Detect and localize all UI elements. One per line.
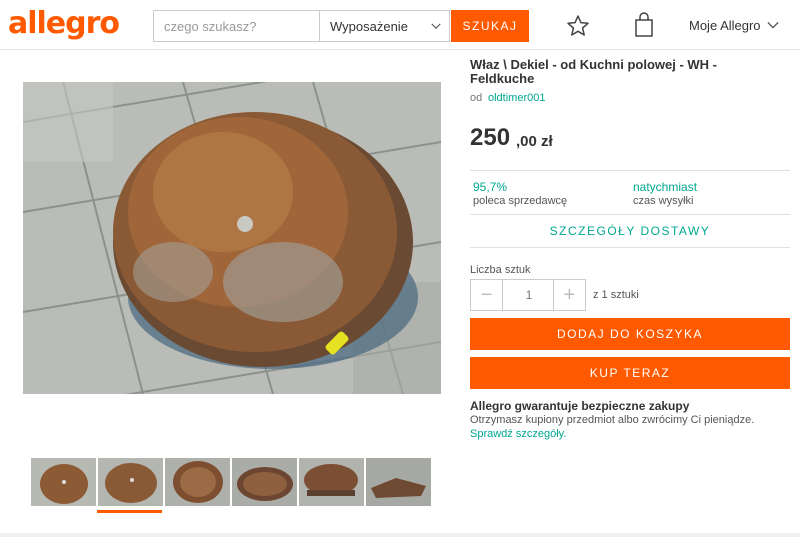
quantity-available: z 1 sztuki bbox=[593, 289, 639, 301]
star-icon[interactable] bbox=[566, 14, 590, 38]
quantity-label: Liczba sztuk bbox=[470, 264, 531, 276]
category-select-label: Wyposażenie bbox=[330, 19, 408, 34]
top-bar: allegro Wyposażenie SZUKAJ Moje Allegro bbox=[0, 0, 800, 50]
account-chevron-down-icon[interactable] bbox=[767, 20, 779, 30]
search-button[interactable]: SZUKAJ bbox=[451, 10, 529, 42]
product-card: Właz \ Dekiel - od Kuchni polowej - WH -… bbox=[0, 50, 800, 533]
allegro-logo[interactable]: allegro bbox=[8, 6, 120, 41]
main-product-photo[interactable] bbox=[23, 82, 441, 394]
account-menu[interactable]: Moje Allegro bbox=[689, 18, 761, 33]
thumbnail-5[interactable] bbox=[299, 458, 364, 506]
buy-now-button[interactable]: KUP TERAZ bbox=[470, 357, 790, 389]
shopping-bag-icon[interactable] bbox=[633, 12, 655, 38]
search-input[interactable] bbox=[153, 10, 319, 42]
thumbnail-active-indicator bbox=[97, 510, 162, 513]
add-to-cart-button[interactable]: DODAJ DO KOSZYKA bbox=[470, 318, 790, 350]
guarantee-title: Allegro gwarantuje bezpieczne zakupy bbox=[470, 399, 690, 413]
quantity-input[interactable] bbox=[504, 280, 554, 310]
thumbnail-2[interactable] bbox=[98, 458, 163, 506]
price-decimal: ,00 zł bbox=[516, 133, 553, 150]
shipping-time-label: czas wysyłki bbox=[633, 195, 694, 207]
quantity-minus-button[interactable]: − bbox=[471, 280, 503, 310]
chevron-down-icon bbox=[431, 23, 441, 29]
guarantee-text: Otrzymasz kupiony przedmiot albo zwrócim… bbox=[470, 414, 755, 426]
thumbnail-4[interactable] bbox=[232, 458, 297, 506]
quantity-plus-button[interactable]: + bbox=[553, 280, 585, 310]
seller-link[interactable]: oldtimer001 bbox=[488, 92, 545, 104]
category-select[interactable]: Wyposażenie bbox=[319, 10, 450, 42]
product-title: Właz \ Dekiel - od Kuchni polowej - WH -… bbox=[470, 57, 717, 86]
divider bbox=[470, 247, 790, 248]
quantity-stepper: − + bbox=[470, 279, 586, 311]
price-integer: 250 bbox=[470, 124, 511, 151]
divider bbox=[470, 214, 790, 215]
thumbnail-1[interactable] bbox=[31, 458, 96, 506]
thumbnail-6[interactable] bbox=[366, 458, 431, 506]
thumbnail-3[interactable] bbox=[165, 458, 230, 506]
recommend-percentage: 95,7% bbox=[473, 180, 508, 194]
recommend-label: poleca sprzedawcę bbox=[473, 195, 568, 207]
guarantee-details-link[interactable]: Sprawdź szczegóły. bbox=[470, 428, 566, 440]
delivery-details-link[interactable]: SZCZEGÓŁY DOSTAWY bbox=[470, 224, 790, 238]
shipping-time-value: natychmiast bbox=[633, 180, 698, 194]
seller-prefix: od bbox=[470, 92, 483, 104]
rusty-lid-photo-image bbox=[23, 82, 441, 394]
divider bbox=[470, 170, 790, 171]
